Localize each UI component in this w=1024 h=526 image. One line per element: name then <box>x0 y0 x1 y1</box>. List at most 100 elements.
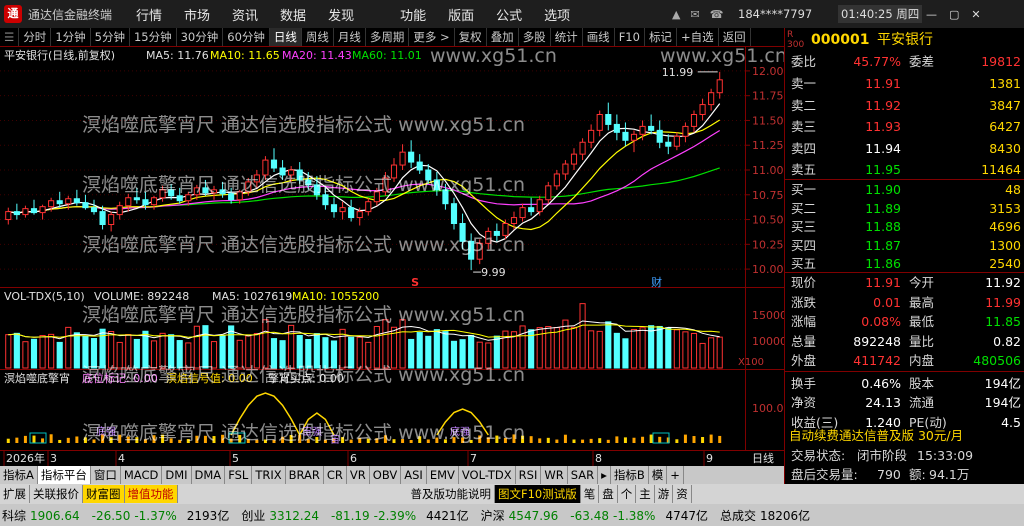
indicator-tab-17[interactable]: SAR <box>568 466 599 484</box>
menu-quotes[interactable]: 行情 <box>136 5 162 24</box>
account-id[interactable]: 184****7797 <box>738 0 812 28</box>
tb-f10[interactable]: F10 <box>615 28 645 46</box>
notice-row[interactable]: 自动续费通达信普及版 30元/月 <box>785 426 1024 446</box>
indicator-tab-5[interactable]: DMA <box>192 466 226 484</box>
indicator-tab-18[interactable]: ▸ <box>598 466 611 484</box>
menu-news[interactable]: 资讯 <box>232 5 258 24</box>
extension-tab-0[interactable]: 扩展 <box>0 485 30 503</box>
menu-market[interactable]: 市场 <box>184 5 210 24</box>
level-label: 卖一 <box>791 76 817 91</box>
tb-timeshare[interactable]: 分时 <box>19 28 52 46</box>
minimize-icon[interactable]: — <box>926 8 937 21</box>
tb-daily[interactable]: 日线 <box>269 28 302 46</box>
tb-30min[interactable]: 30分钟 <box>177 28 224 46</box>
tb-back[interactable]: 返回 <box>719 28 751 46</box>
buy-level-4[interactable]: 买四 11.87 1300 <box>785 236 1024 256</box>
indicator-tab-4[interactable]: DMI <box>162 466 192 484</box>
extension-tab-10[interactable]: 游 <box>655 485 674 503</box>
status-index-3[interactable]: 总成交 18206亿 <box>718 507 810 524</box>
indicator-tab-19[interactable]: 指标B <box>611 466 649 484</box>
extension-tab-2[interactable]: 财富圈 <box>83 485 125 503</box>
indicator-tab-6[interactable]: FSL <box>225 466 253 484</box>
buy-level-2[interactable]: 买二 11.89 3153 <box>785 199 1024 219</box>
buy-level-3[interactable]: 买三 11.88 4696 <box>785 217 1024 237</box>
indicator-tab-2[interactable]: 窗口 <box>91 466 121 484</box>
tb-more[interactable]: 更多 > <box>409 28 455 46</box>
message-icon[interactable]: ✉ <box>690 8 699 21</box>
volume-bar <box>716 336 723 369</box>
tb-weekly[interactable]: 周线 <box>302 28 334 46</box>
indicator-tab-1[interactable]: 指标平台 <box>37 466 91 484</box>
tb-menu-icon[interactable]: ☰ <box>0 28 20 46</box>
tb-mark[interactable]: 标记 <box>645 28 677 46</box>
tb-draw[interactable]: 画线 <box>583 28 615 46</box>
indicator-tab-13[interactable]: EMV <box>427 466 459 484</box>
indicator-tab-3[interactable]: MACD <box>121 466 163 484</box>
extension-tab-7[interactable]: 盘 <box>599 485 618 503</box>
extension-tab-6[interactable]: 笔 <box>581 485 600 503</box>
status-index-0[interactable]: 科综 1906.64 -26.50 -1.37% 2193亿 <box>0 507 229 524</box>
indicator-tab-11[interactable]: OBV <box>370 466 402 484</box>
vol-title: VOL-TDX(5,10) <box>4 290 85 303</box>
volume-bar <box>562 319 569 369</box>
menu-data[interactable]: 数据 <box>280 5 306 24</box>
buy-level-5[interactable]: 买五 11.86 2540 <box>785 254 1024 274</box>
tb-stats[interactable]: 统计 <box>551 28 583 46</box>
indicator-tab-14[interactable]: VOL-TDX <box>459 466 516 484</box>
r-button[interactable]: R 300 <box>787 30 804 50</box>
indicator-tab-12[interactable]: ASI <box>401 466 427 484</box>
menu-layout[interactable]: 版面 <box>448 5 474 24</box>
sell-level-3[interactable]: 卖三 11.93 6427 <box>785 117 1024 137</box>
lock-icon[interactable]: ▲ <box>672 8 680 21</box>
buy-level-1[interactable]: 买一 11.90 48 <box>785 180 1024 200</box>
indicator-tab-9[interactable]: CR <box>324 466 347 484</box>
weibi-label: 委比 <box>791 54 817 69</box>
indicator-tab-20[interactable]: 模 <box>649 466 668 484</box>
tb-15min[interactable]: 15分钟 <box>130 28 177 46</box>
indicator-tab-8[interactable]: BRAR <box>286 466 324 484</box>
tb-restore[interactable]: 复权 <box>455 28 487 46</box>
tb-60min[interactable]: 60分钟 <box>223 28 270 46</box>
extension-tab-3[interactable]: 增值功能 <box>124 485 178 503</box>
indicator-tab-16[interactable]: WR <box>541 466 568 484</box>
candle-body <box>30 208 38 214</box>
status-index-1[interactable]: 创业 3312.24 -81.19 -2.39% 4421亿 <box>239 507 468 524</box>
tb-multi-period[interactable]: 多周期 <box>366 28 410 46</box>
indicator-bar <box>49 434 53 443</box>
indicator-tab-10[interactable]: VR <box>347 466 370 484</box>
sell-level-5[interactable]: 卖一 11.91 1381 <box>785 74 1024 94</box>
stat-row-1: 现价 11.91 今开 11.92 <box>785 273 1024 293</box>
extension-tab-8[interactable]: 个 <box>618 485 637 503</box>
indicator-tab-7[interactable]: TRIX <box>252 466 286 484</box>
tb-overlay[interactable]: 叠加 <box>487 28 519 46</box>
sell-level-1[interactable]: 卖五 11.95 11464 <box>785 160 1024 180</box>
watermark-5: 溟焰噬底擎宵尺 通达信选股指标公式 www.xg51.cn <box>82 364 526 386</box>
menu-functions[interactable]: 功能 <box>400 5 426 24</box>
trade-time: 15:33:09 <box>917 448 974 463</box>
menu-options[interactable]: 选项 <box>544 5 570 24</box>
notice-text[interactable]: 自动续费通达信普及版 30元/月 <box>789 426 963 446</box>
tb-5min[interactable]: 5分钟 <box>91 28 130 46</box>
menu-discover[interactable]: 发现 <box>328 5 354 24</box>
status-index-2[interactable]: 沪深 4547.96 -63.48 -1.38% 4747亿 <box>479 507 708 524</box>
tb-1min[interactable]: 1分钟 <box>51 28 91 46</box>
indicator-tab-15[interactable]: RSI <box>516 466 542 484</box>
extension-tab-5[interactable]: 图文F10测试版 <box>495 485 581 503</box>
phone-icon[interactable]: ☎ <box>710 8 724 21</box>
tb-multi-stock[interactable]: 多股 <box>519 28 551 46</box>
tb-add-watchlist[interactable]: +自选 <box>677 28 719 46</box>
sell-level-4[interactable]: 卖二 11.92 3847 <box>785 96 1024 116</box>
extension-tab-9[interactable]: 主 <box>636 485 655 503</box>
close-icon[interactable]: ✕ <box>971 8 980 21</box>
app-window: 通 通达信金融终端 行情 市场 资讯 数据 发现 功能 版面 公式 选项 ▲ ✉… <box>0 0 1024 526</box>
tb-monthly[interactable]: 月线 <box>334 28 366 46</box>
extension-tab-4[interactable]: 普及版功能说明 <box>408 485 495 503</box>
maximize-icon[interactable]: ▢ <box>949 8 959 21</box>
candle-body <box>150 197 158 206</box>
sell-level-2[interactable]: 卖四 11.94 8430 <box>785 139 1024 159</box>
extension-tab-11[interactable]: 资 <box>673 485 692 503</box>
extension-tab-1[interactable]: 关联报价 <box>30 485 83 503</box>
indicator-tab-0[interactable]: 指标A <box>0 466 38 484</box>
indicator-tab-21[interactable]: + <box>667 466 684 484</box>
menu-formula[interactable]: 公式 <box>496 5 522 24</box>
